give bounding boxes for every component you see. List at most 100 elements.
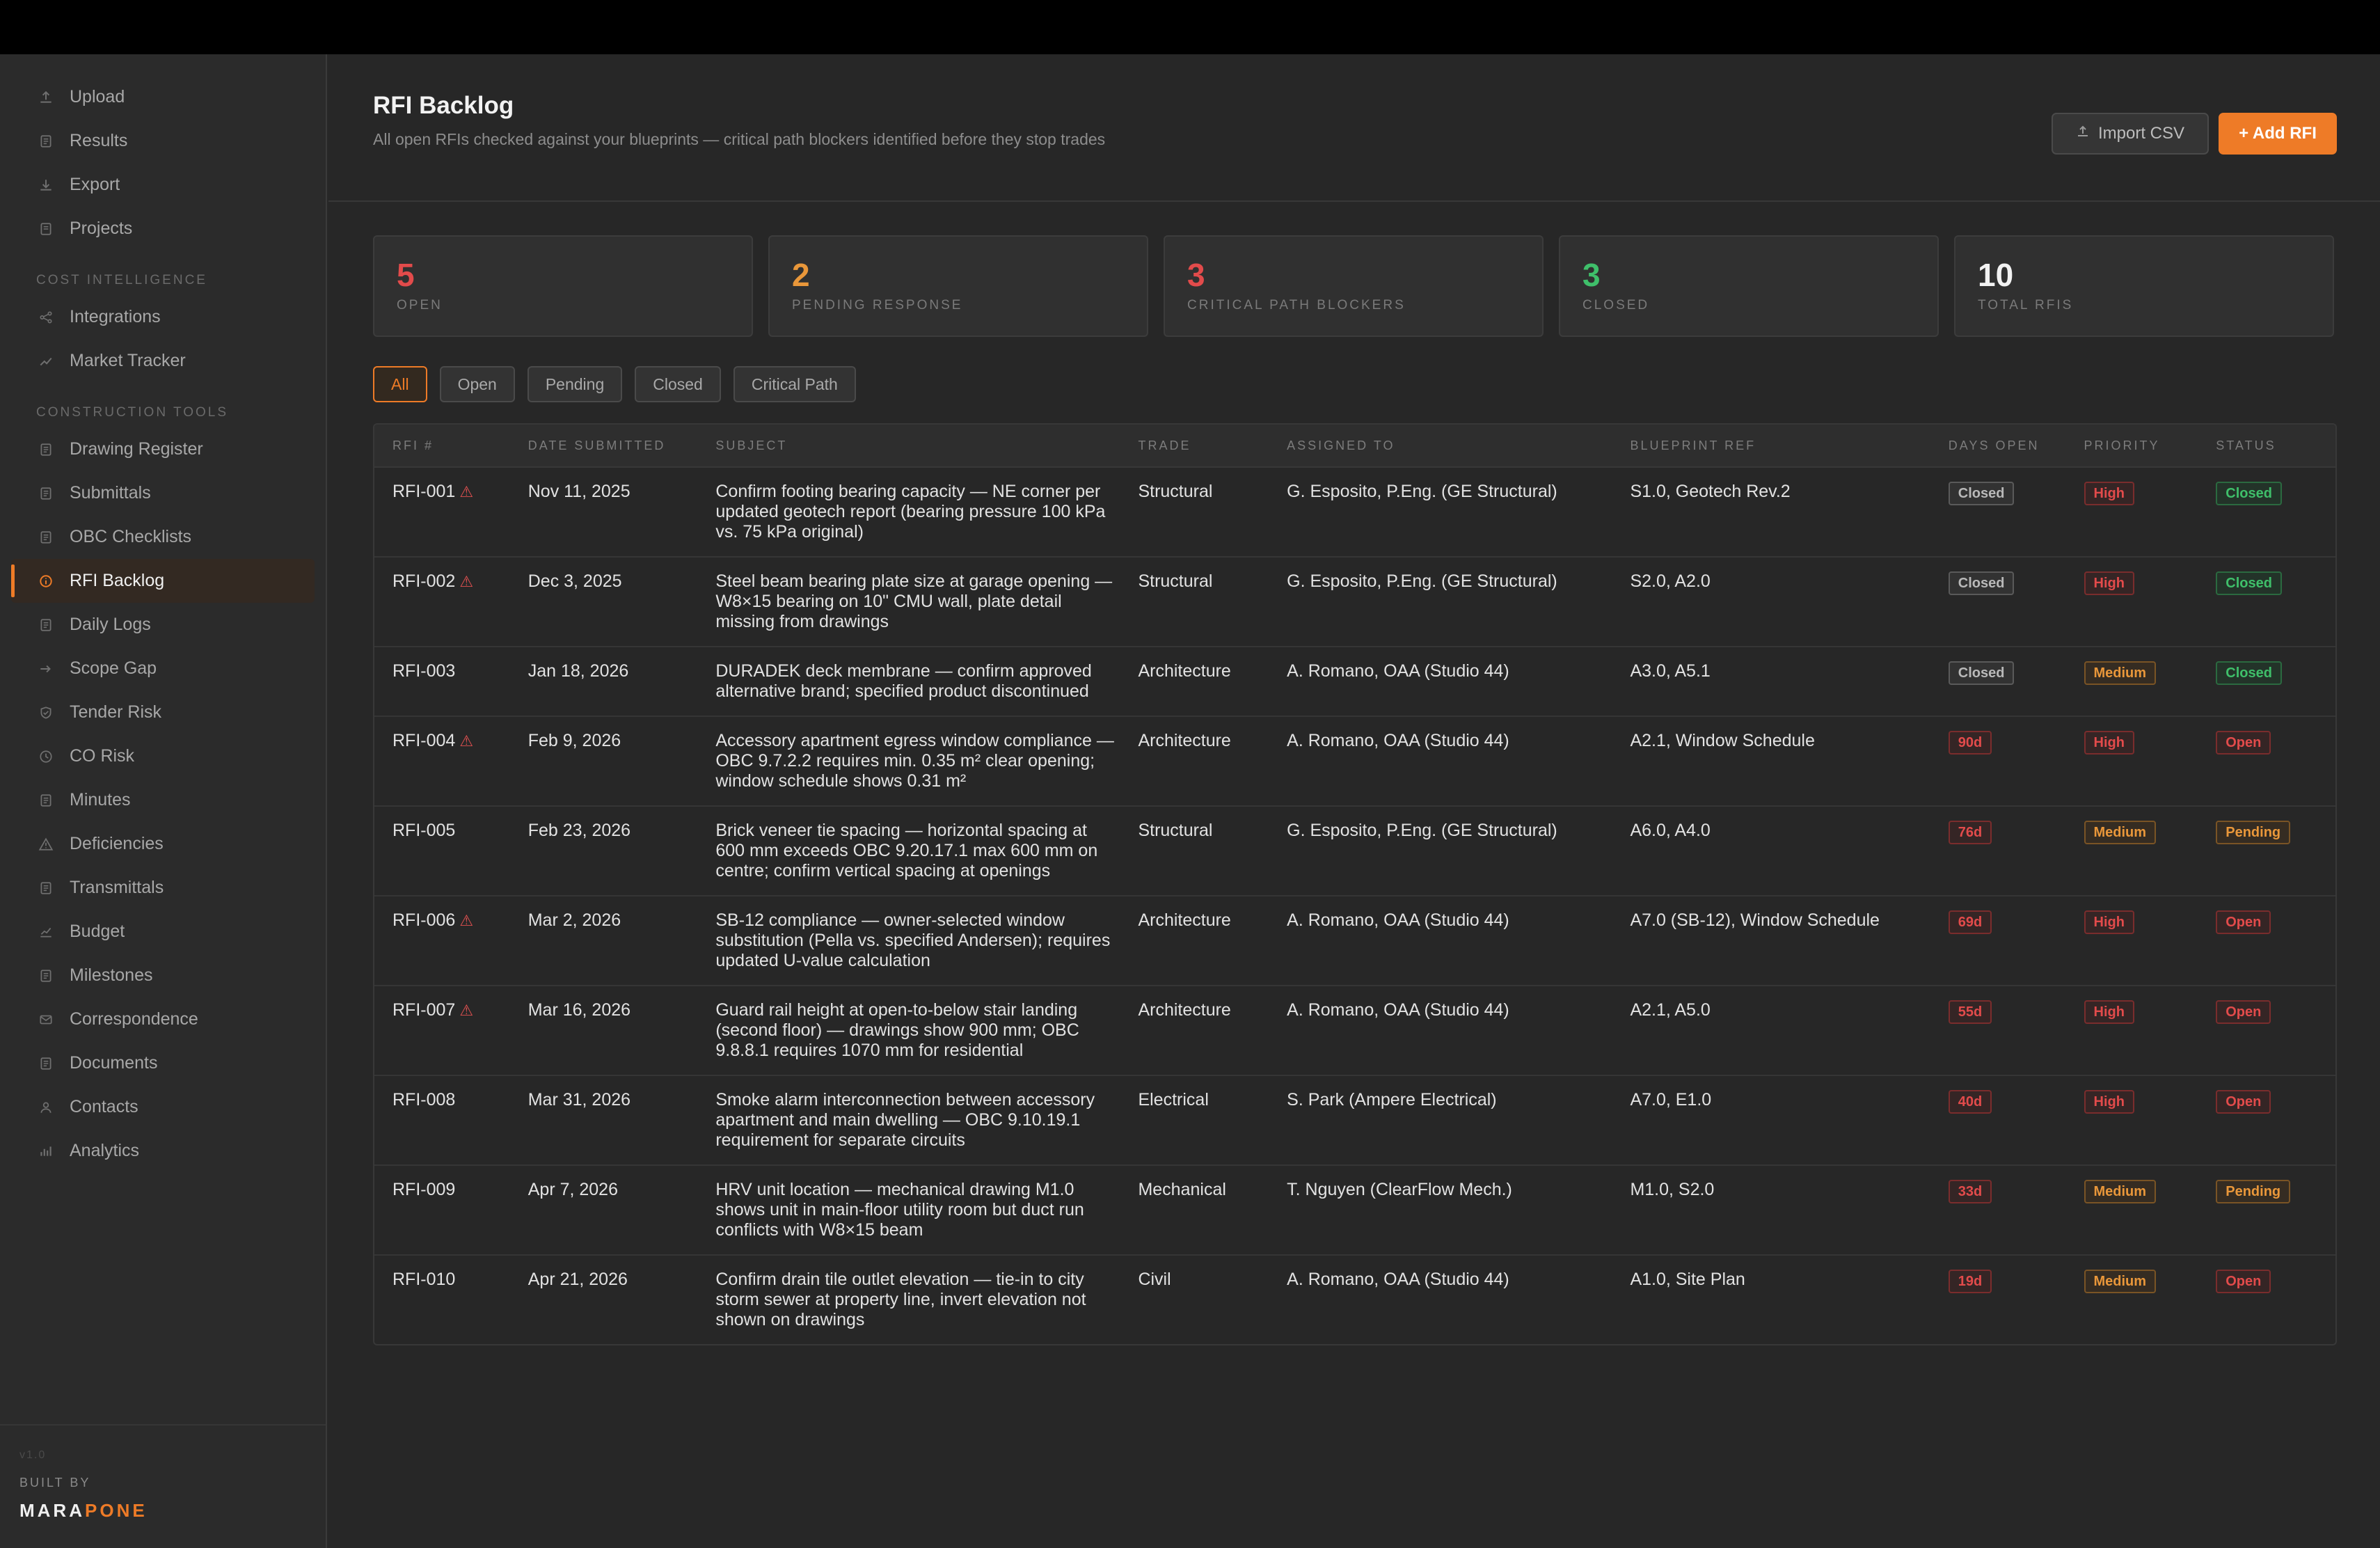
priority-badge: Medium xyxy=(2084,661,2157,685)
stat-label: PENDING RESPONSE xyxy=(792,298,963,313)
sidebar-item-contacts[interactable]: Contacts xyxy=(11,1085,315,1129)
critical-path-warning-icon: ⚠ xyxy=(459,1002,474,1019)
assigned-to: G. Esposito, P.Eng. (GE Structural) xyxy=(1287,571,1557,591)
sidebar-item-label: Scope Gap xyxy=(70,658,157,678)
stat-label: CLOSED xyxy=(1582,298,1650,313)
status-cell: Open xyxy=(2198,717,2335,805)
column-header[interactable]: DAYS OPEN xyxy=(1930,439,2066,453)
sidebar-item-transmittals[interactable]: Transmittals xyxy=(11,866,315,910)
rfi-id-cell: RFI-006 ⚠ xyxy=(374,897,510,985)
column-header[interactable]: PRIORITY xyxy=(2066,439,2198,453)
priority-badge: High xyxy=(2084,1000,2134,1024)
sidebar-item-drawing-register[interactable]: Drawing Register xyxy=(11,427,315,471)
sidebar-item-integrations[interactable]: Integrations xyxy=(11,295,315,339)
trade: Structural xyxy=(1138,821,1213,840)
days-open-cell: 40d xyxy=(1930,1076,2066,1164)
stat-card-pending-response: 2 PENDING RESPONSE xyxy=(768,235,1148,337)
sidebar-item-submittals[interactable]: Submittals xyxy=(11,471,315,515)
column-header[interactable]: SUBJECT xyxy=(697,439,1120,453)
version-label: v1.0 xyxy=(19,1449,47,1461)
sidebar-item-results[interactable]: Results xyxy=(11,119,315,163)
sidebar-item-rfi-backlog[interactable]: RFI Backlog xyxy=(11,559,315,603)
warning-icon xyxy=(36,835,56,854)
days-open-cell: Closed xyxy=(1930,468,2066,556)
stat-value: 10 xyxy=(1978,257,2014,293)
sidebar-item-label: Tender Risk xyxy=(70,702,161,722)
blueprint-ref: A2.1, A5.0 xyxy=(1630,1000,1711,1020)
status-badge: Open xyxy=(2216,1270,2271,1293)
main-content: RFI Backlog All open RFIs checked agains… xyxy=(328,54,2380,1548)
column-header[interactable]: STATUS xyxy=(2198,439,2335,453)
sidebar-item-upload[interactable]: Upload xyxy=(11,75,315,119)
trade: Architecture xyxy=(1138,661,1231,681)
table-row[interactable]: RFI-005 Feb 23, 2026 Brick veneer tie spac… xyxy=(374,807,2335,897)
add-rfi-button[interactable]: + Add RFI xyxy=(2219,113,2337,155)
column-header[interactable]: ASSIGNED TO xyxy=(1269,439,1612,453)
filter-pending[interactable]: Pending xyxy=(527,366,623,402)
table-row[interactable]: RFI-008 Mar 31, 2026 Smoke alarm interconn… xyxy=(374,1076,2335,1166)
sidebar-item-deficiencies[interactable]: Deficiencies xyxy=(11,822,315,866)
sidebar-item-label: Contacts xyxy=(70,1097,138,1116)
table-row[interactable]: RFI-004 ⚠ Feb 9, 2026 Accessory apartment e… xyxy=(374,717,2335,807)
brand-part-2: PONE xyxy=(85,1500,148,1521)
sidebar-item-minutes[interactable]: Minutes xyxy=(11,778,315,822)
import-csv-button[interactable]: Import CSV xyxy=(2052,113,2209,155)
table-row[interactable]: RFI-006 ⚠ Mar 2, 2026 SB-12 compliance — ow… xyxy=(374,897,2335,986)
sidebar-item-label: Submittals xyxy=(70,483,151,503)
days-open-badge: 40d xyxy=(1948,1090,1992,1114)
brand-logo: MARAPONE xyxy=(19,1500,306,1522)
priority-cell: Medium xyxy=(2066,807,2198,895)
document-icon xyxy=(36,615,56,635)
sidebar-item-budget[interactable]: Budget xyxy=(11,910,315,954)
sidebar-item-analytics[interactable]: Analytics xyxy=(11,1129,315,1173)
status-cell: Open xyxy=(2198,897,2335,985)
filter-all[interactable]: All xyxy=(373,366,427,402)
table-row[interactable]: RFI-009 Apr 7, 2026 HRV unit location — me… xyxy=(374,1166,2335,1256)
page-title: RFI Backlog xyxy=(373,92,514,119)
rfi-table: RFI # DATE SUBMITTED SUBJECT TRADE ASSIGNED … xyxy=(373,423,2337,1345)
blueprint-ref: M1.0, S2.0 xyxy=(1630,1180,1715,1199)
assigned-to: A. Romano, OAA (Studio 44) xyxy=(1287,1000,1509,1020)
filter-closed[interactable]: Closed xyxy=(635,366,721,402)
table-row[interactable]: RFI-001 ⚠ Nov 11, 2025 Confirm footing bear… xyxy=(374,468,2335,558)
column-header[interactable]: BLUEPRINT REF xyxy=(1612,439,1930,453)
sidebar-item-export[interactable]: Export xyxy=(11,163,315,207)
rfi-id: RFI-002 xyxy=(392,571,456,591)
priority-cell: High xyxy=(2066,468,2198,556)
sidebar-item-correspondence[interactable]: Correspondence xyxy=(11,997,315,1041)
sidebar-item-label: Deficiencies xyxy=(70,834,164,853)
sidebar-item-market-tracker[interactable]: Market Tracker xyxy=(11,339,315,383)
subject: Steel beam bearing plate size at garage … xyxy=(715,571,1113,631)
info-icon xyxy=(36,571,56,591)
rfi-id-cell: RFI-001 ⚠ xyxy=(374,468,510,556)
sidebar-item-label: Integrations xyxy=(70,307,161,326)
filter-critical-path[interactable]: Critical Path xyxy=(733,366,856,402)
stat-value: 2 xyxy=(792,257,810,293)
sidebar-item-milestones[interactable]: Milestones xyxy=(11,954,315,997)
table-row[interactable]: RFI-003 Jan 18, 2026 DURADEK deck membrane… xyxy=(374,647,2335,717)
sidebar-item-scope-gap[interactable]: Scope Gap xyxy=(11,647,315,690)
table-row[interactable]: RFI-002 ⚠ Dec 3, 2025 Steel beam bearing pl… xyxy=(374,558,2335,647)
column-header[interactable]: DATE SUBMITTED xyxy=(510,439,698,453)
sidebar-item-co-risk[interactable]: CO Risk xyxy=(11,734,315,778)
rfi-id: RFI-007 xyxy=(392,1000,456,1020)
sidebar-item-projects[interactable]: Projects xyxy=(11,207,315,251)
filter-open[interactable]: Open xyxy=(439,366,515,402)
table-row[interactable]: RFI-010 Apr 21, 2026 Confirm drain tile ou… xyxy=(374,1256,2335,1344)
sidebar-item-tender-risk[interactable]: Tender Risk xyxy=(11,690,315,734)
stat-value: 3 xyxy=(1582,257,1601,293)
subject: Guard rail height at open-to-below stair… xyxy=(715,1000,1079,1060)
table-row[interactable]: RFI-007 ⚠ Mar 16, 2026 Guard rail height at… xyxy=(374,986,2335,1076)
sidebar-item-label: Transmittals xyxy=(70,878,164,897)
priority-badge: Medium xyxy=(2084,1270,2157,1293)
arrow-icon xyxy=(36,659,56,679)
rfi-id-cell: RFI-004 ⚠ xyxy=(374,717,510,805)
table-header: RFI # DATE SUBMITTED SUBJECT TRADE ASSIGNED … xyxy=(374,425,2335,468)
status-cell: Pending xyxy=(2198,807,2335,895)
sidebar-item-obc-checklists[interactable]: OBC Checklists xyxy=(11,515,315,559)
column-header[interactable]: TRADE xyxy=(1120,439,1269,453)
column-header[interactable]: RFI # xyxy=(374,439,510,453)
status-cell: Open xyxy=(2198,1076,2335,1164)
sidebar-item-documents[interactable]: Documents xyxy=(11,1041,315,1085)
sidebar-item-daily-logs[interactable]: Daily Logs xyxy=(11,603,315,647)
